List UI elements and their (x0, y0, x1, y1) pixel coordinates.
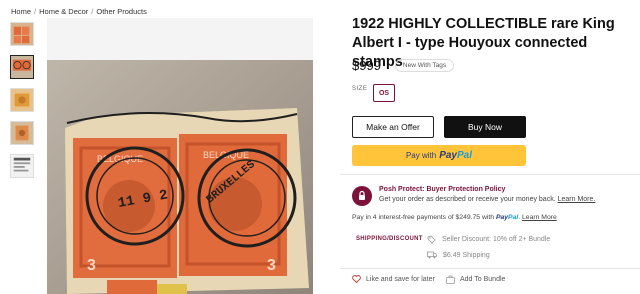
installments-learn-more-link[interactable]: Learn More (522, 214, 557, 221)
condition-badge: New With Tags (394, 59, 455, 72)
thumbnail-5[interactable] (10, 154, 34, 178)
size-label: SIZE (352, 86, 368, 92)
shield-lock-icon (352, 186, 372, 206)
breadcrumb-home-decor[interactable]: Home & Decor (39, 7, 88, 16)
thumbnail-2[interactable] (10, 55, 34, 79)
paypal-prefix: Pay with (405, 151, 437, 160)
add-to-bundle-button[interactable]: Add To Bundle (446, 275, 505, 284)
breadcrumb-separator: / (34, 7, 37, 16)
thumbnail-1[interactable] (10, 22, 34, 46)
divider (340, 174, 640, 175)
make-offer-button[interactable]: Make an Offer (352, 116, 434, 138)
paypal-mini-logo: PayPal (495, 214, 519, 221)
paypal-logo: PayPal (439, 150, 473, 161)
paypal-button[interactable]: Pay with PayPal (352, 145, 526, 166)
breadcrumb: Home / Home & Decor / Other Products (11, 7, 147, 16)
stamp-value-text: 3 (87, 257, 96, 274)
heart-icon (352, 275, 361, 283)
protection-learn-more-link[interactable]: Learn More. (558, 196, 596, 203)
thumbnail-strip (10, 22, 36, 187)
protection-title: Posh Protect: Buyer Protection Policy (379, 186, 506, 193)
divider (340, 268, 640, 269)
tag-icon (427, 235, 436, 244)
stamp-value-text: 3 (267, 257, 276, 274)
product-main-image[interactable]: BELGIQUE BELGIQUE 3 3 11 9 2 BRUXELLES (47, 18, 313, 294)
seller-discount: Seller Discount: 10% off 2+ Bundle (427, 235, 550, 244)
shipping-label: SHIPPING/DISCOUNT (356, 236, 423, 242)
stamps-photo: BELGIQUE BELGIQUE 3 3 11 9 2 BRUXELLES (47, 18, 313, 294)
installments-text: Pay in 4 interest-free payments of $249.… (352, 214, 557, 221)
breadcrumb-separator: / (91, 7, 94, 16)
truck-icon (427, 251, 437, 259)
thumbnail-4[interactable] (10, 121, 34, 145)
breadcrumb-home[interactable]: Home (11, 7, 31, 16)
price-row: $999 New With Tags (352, 58, 455, 73)
shipping-cost: $6.49 Shipping (427, 251, 490, 259)
buy-now-button[interactable]: Buy Now (444, 116, 526, 138)
listing-price: $999 (352, 58, 381, 73)
thumbnail-3[interactable] (10, 88, 34, 112)
like-button[interactable]: Like and save for later (352, 275, 435, 283)
bundle-icon (446, 275, 455, 284)
protection-text: Get your order as described or receive y… (379, 196, 596, 203)
size-chip-os[interactable]: OS (373, 84, 395, 102)
breadcrumb-other-products[interactable]: Other Products (96, 7, 146, 16)
